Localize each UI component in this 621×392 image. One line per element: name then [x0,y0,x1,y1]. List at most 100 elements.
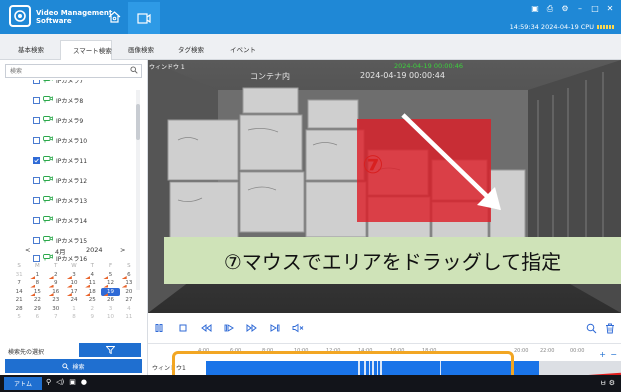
tab-smart-search[interactable]: スマート検索 [60,40,112,60]
camera-list-item[interactable]: IPカメラ10 [33,134,87,146]
calendar-weekday: M [35,263,40,269]
camera-list-item[interactable]: IPカメラ11 [33,154,87,166]
zoom-out-button[interactable]: − [610,350,617,359]
tab-image-search[interactable]: 画像検索 [116,40,164,60]
calendar-day[interactable]: 4 [83,271,101,280]
video-window[interactable]: ウィンドウ 1 2024-04-19 00:00:46 コンテナ内 2024-0… [148,60,621,313]
calendar-day[interactable]: 1 [65,305,83,314]
lock-icon[interactable]: ⎙ [545,4,555,14]
calendar-day[interactable]: 24 [65,296,83,305]
calendar-day[interactable]: 16 [47,288,65,297]
stop-icon[interactable] [176,321,190,335]
tab-tag-search[interactable]: タグ検索 [166,40,214,60]
camera-list-item[interactable]: IPカメラ12 [33,174,87,186]
calendar-day[interactable]: 8 [28,279,46,288]
calendar-day[interactable]: 20 [120,288,138,297]
pause-icon[interactable] [152,321,166,335]
calendar-day[interactable]: 3 [65,271,83,280]
camera-checkbox[interactable] [33,216,40,224]
calendar-day[interactable]: 31 [10,271,28,280]
monitor-icon[interactable]: ▣ [69,378,76,386]
camera-list-item[interactable]: IPカメラ9 [33,114,83,126]
camera-list-item[interactable]: IPカメラ8 [33,94,83,106]
calendar-day[interactable]: 7 [10,279,28,288]
timeline[interactable]: 4:00 6:00 8:00 10:00 12:00 14:00 16:00 1… [148,344,621,381]
zoom-icon[interactable] [584,321,598,335]
calendar-day[interactable]: 19 [101,287,120,296]
camera-checkbox[interactable] [33,96,40,104]
calendar-day[interactable]: 8 [65,313,83,322]
record-icon[interactable]: ● [81,378,87,386]
calendar-day[interactable]: 15 [28,288,46,297]
calendar-day[interactable]: 14 [10,288,28,297]
calendar-day[interactable]: 5 [101,271,119,280]
camera-checkbox[interactable] [33,196,40,204]
volume-icon[interactable]: ◁) [56,378,64,386]
calendar-day[interactable]: 7 [47,313,65,322]
fast-forward-icon[interactable] [245,321,259,335]
camera-checkbox[interactable] [33,176,40,184]
calendar-day[interactable]: 6 [120,271,138,280]
calendar-day[interactable]: 1 [28,271,46,280]
calendar-day[interactable]: 9 [83,313,101,322]
camera-checkbox[interactable] [33,80,40,84]
calendar-day[interactable]: 11 [120,313,138,322]
frame-advance-icon[interactable] [268,321,282,335]
camera-search-input[interactable] [6,65,126,77]
calendar-day[interactable]: 28 [10,305,28,314]
calendar-day[interactable]: 25 [83,296,101,305]
filter-button[interactable] [79,343,141,357]
calendar-day[interactable]: 9 [47,279,65,288]
calendar-day[interactable]: 17 [65,288,83,297]
minimize-button[interactable]: – [575,4,585,14]
calendar-day[interactable]: 2 [47,271,65,280]
calendar-day[interactable]: 4 [120,305,138,314]
camera-search-box[interactable] [5,64,142,78]
video-nav-icon[interactable] [128,2,160,34]
filter-icon [105,346,115,354]
calendar-day[interactable]: 29 [28,305,46,314]
calendar-day[interactable]: 21 [10,296,28,305]
calendar-prev-button[interactable]: < [25,246,30,254]
scrollbar-thumb[interactable] [136,104,140,140]
calendar-day[interactable]: 3 [101,305,119,314]
tab-event[interactable]: イベント [218,40,266,60]
network-icon[interactable]: ⚲ [46,378,51,386]
settings-icon[interactable]: ⚙ [560,4,570,14]
mute-icon[interactable] [291,321,305,335]
calendar-day[interactable]: 18 [83,288,101,297]
calendar-day[interactable]: 12 [101,279,119,288]
calendar-day[interactable]: 11 [83,279,101,288]
camera-list-item[interactable]: IPカメラ14 [33,214,87,226]
camera-list-scrollbar[interactable] [136,90,140,290]
calendar-day[interactable]: 2 [83,305,101,314]
zoom-in-button[interactable]: + [599,350,606,359]
camera-checkbox[interactable] [33,136,40,144]
camera-list-item[interactable]: IPカメラ7 [33,80,83,86]
maximize-button[interactable]: □ [590,4,600,14]
calendar-day[interactable]: 27 [120,296,138,305]
calendar-day[interactable]: 10 [65,279,83,288]
calendar-day[interactable]: 5 [10,313,28,322]
search-icon[interactable] [130,66,138,76]
calendar-day[interactable]: 6 [28,313,46,322]
calendar-day[interactable]: 13 [120,279,138,288]
step-forward-icon[interactable] [222,321,236,335]
search-button[interactable]: 検索 [5,359,142,373]
calendar-next-button[interactable]: > [120,246,125,254]
calendar-day[interactable]: 23 [47,296,65,305]
home-icon[interactable] [104,8,124,26]
camera-checkbox[interactable] [33,156,40,164]
calendar-day[interactable]: 10 [101,313,119,322]
snapshot-icon[interactable]: ▣ [530,4,540,14]
camera-list-item[interactable]: IPカメラ13 [33,194,87,206]
calendar-day[interactable]: 22 [28,296,46,305]
calendar-day[interactable]: 26 [101,296,119,305]
close-button[interactable]: ✕ [605,4,615,14]
camera-checkbox[interactable] [33,116,40,124]
delete-icon[interactable] [603,321,617,335]
calendar-day[interactable]: 30 [47,305,65,314]
taskbar-app-button[interactable]: アトム [4,377,42,390]
tab-basic-search[interactable]: 基本検索 [6,40,56,60]
rewind-icon[interactable] [199,321,213,335]
